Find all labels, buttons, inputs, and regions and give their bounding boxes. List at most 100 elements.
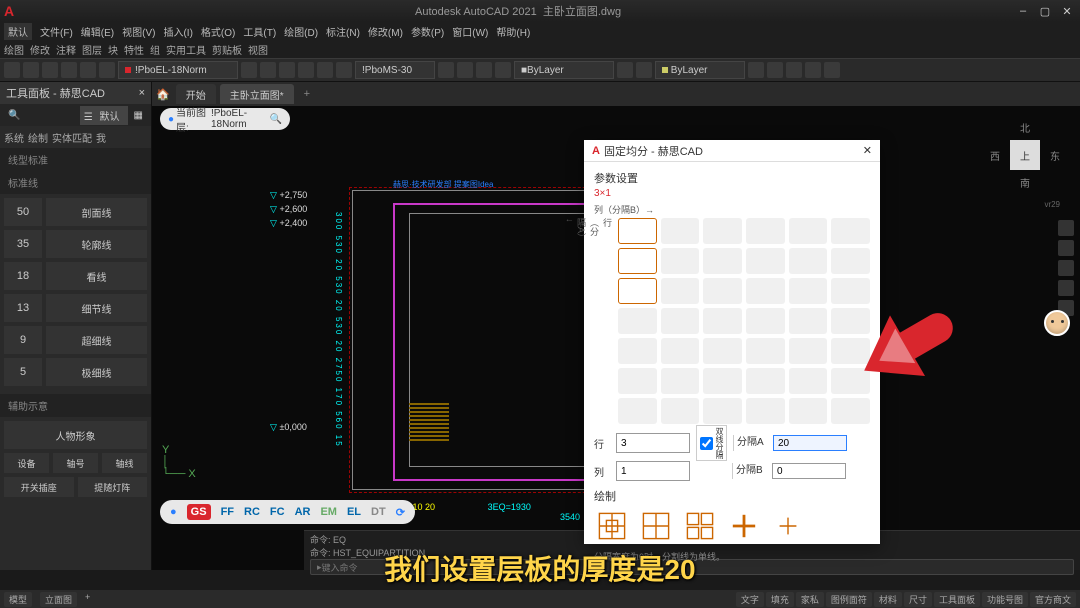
tool-icon[interactable]: [279, 62, 295, 78]
quick-em[interactable]: EM: [320, 506, 337, 518]
status-item[interactable]: 尺寸: [904, 592, 932, 607]
preset-cell[interactable]: [661, 368, 700, 394]
status-item[interactable]: 填充: [766, 592, 794, 607]
quick-rc[interactable]: RC: [244, 506, 260, 518]
col-input[interactable]: [616, 461, 690, 481]
rtab-prop[interactable]: 特性: [124, 42, 144, 57]
line-weight[interactable]: 5: [4, 358, 42, 386]
preset-cell[interactable]: [703, 338, 742, 364]
nav-orbit-icon[interactable]: [1058, 280, 1074, 296]
tool-icon[interactable]: [636, 62, 652, 78]
preset-cell[interactable]: [661, 308, 700, 334]
preset-cell[interactable]: [661, 338, 700, 364]
mtab-match[interactable]: 实体匹配: [52, 130, 92, 145]
tool-icon[interactable]: [260, 62, 276, 78]
layer-indicator[interactable]: ● 当前图层:!PboEL-18Norm 🔍: [160, 108, 290, 130]
line-weight[interactable]: 50: [4, 198, 42, 226]
aux-axis[interactable]: 轴号: [53, 453, 98, 473]
status-plus[interactable]: +: [85, 592, 90, 607]
status-item[interactable]: 家私: [796, 592, 824, 607]
tool-icon[interactable]: [42, 62, 58, 78]
mtab-draw[interactable]: 绘制: [28, 130, 48, 145]
draw-mode-2[interactable]: [638, 508, 674, 544]
status-layout[interactable]: 立面图: [40, 592, 77, 607]
aux-switch[interactable]: 开关插座: [4, 477, 74, 497]
line-weight[interactable]: 9: [4, 326, 42, 354]
menu-tools[interactable]: 工具(T): [243, 24, 276, 39]
panel-close-icon[interactable]: ×: [139, 87, 145, 99]
quick-end-icon[interactable]: ⟳: [396, 506, 405, 519]
sect2-title[interactable]: 标准线: [0, 171, 151, 194]
preset-cell[interactable]: [703, 398, 742, 424]
tool-icon[interactable]: [748, 62, 764, 78]
preset-cell[interactable]: [618, 398, 657, 424]
aux-eq[interactable]: 设备: [4, 453, 49, 473]
preset-cell[interactable]: [618, 368, 657, 394]
preset-cell[interactable]: [618, 218, 657, 244]
maximize-button[interactable]: ▢: [1036, 5, 1054, 18]
preset-cell[interactable]: [618, 278, 657, 304]
status-item[interactable]: 官方商文: [1030, 592, 1076, 607]
line-type[interactable]: 极细线: [46, 358, 147, 386]
panel-mode-default[interactable]: ☰ 默认: [80, 106, 128, 125]
status-model[interactable]: 模型: [4, 592, 32, 607]
aux-axisline[interactable]: 轴线: [102, 453, 147, 473]
nav-zoom-icon[interactable]: [1058, 260, 1074, 276]
quick-ff[interactable]: FF: [221, 506, 234, 518]
status-item[interactable]: 功能号图: [982, 592, 1028, 607]
quick-dt[interactable]: DT: [371, 506, 386, 518]
aux-light[interactable]: 提随灯阵: [78, 477, 148, 497]
preset-cell[interactable]: [789, 338, 828, 364]
menu-help[interactable]: 帮助(H): [496, 24, 530, 39]
status-item[interactable]: 文字: [736, 592, 764, 607]
menu-dim[interactable]: 标注(N): [326, 24, 360, 39]
menu-draw[interactable]: 绘图(D): [284, 24, 318, 39]
menu-param[interactable]: 参数(P): [411, 24, 444, 39]
preset-cell[interactable]: [746, 308, 785, 334]
preset-cell[interactable]: [746, 248, 785, 274]
preset-cell[interactable]: [618, 308, 657, 334]
preset-cell[interactable]: [618, 338, 657, 364]
line-type[interactable]: 超细线: [46, 326, 147, 354]
nav-pan-icon[interactable]: [1058, 240, 1074, 256]
rtab-layer[interactable]: 图层: [82, 42, 102, 57]
quick-fc[interactable]: FC: [270, 506, 285, 518]
line-type[interactable]: 剖面线: [46, 198, 147, 226]
preset-cell[interactable]: [789, 248, 828, 274]
tool-icon[interactable]: [805, 62, 821, 78]
draw-mode-4[interactable]: [726, 508, 762, 544]
quick-el[interactable]: EL: [347, 506, 361, 518]
lw-combo[interactable]: ByLayer: [655, 61, 745, 79]
tab-active[interactable]: 主卧立面图*: [220, 84, 294, 104]
preset-cell[interactable]: [661, 398, 700, 424]
tab-add[interactable]: +: [298, 88, 316, 100]
tool-icon[interactable]: [4, 62, 20, 78]
style-combo[interactable]: !PboMS-30: [355, 61, 435, 79]
rtab-annot[interactable]: 注释: [56, 42, 76, 57]
preset-cell[interactable]: [831, 278, 870, 304]
preset-cell[interactable]: [831, 218, 870, 244]
tool-icon[interactable]: [495, 62, 511, 78]
preset-cell[interactable]: [831, 248, 870, 274]
preset-cell[interactable]: [703, 308, 742, 334]
status-item[interactable]: 材料: [874, 592, 902, 607]
sect3-title[interactable]: 辅助示意: [0, 394, 151, 417]
menu-edit[interactable]: 编辑(E): [81, 24, 114, 39]
menu-file[interactable]: 文件(F): [40, 24, 73, 39]
color-combo[interactable]: ■ ByLayer: [514, 61, 614, 79]
preset-cell[interactable]: [746, 398, 785, 424]
preset-cell[interactable]: [703, 248, 742, 274]
rtab-clip[interactable]: 剪贴板: [212, 42, 242, 57]
dialog-titlebar[interactable]: A 固定均分 - 赫思CAD ✕: [584, 140, 880, 162]
line-weight[interactable]: 18: [4, 262, 42, 290]
rtab-modify[interactable]: 修改: [30, 42, 50, 57]
rtab-view[interactable]: 视图: [248, 42, 268, 57]
menu-format[interactable]: 格式(O): [201, 24, 235, 39]
line-type[interactable]: 轮廓线: [46, 230, 147, 258]
menu-view[interactable]: 视图(V): [122, 24, 155, 39]
tool-icon[interactable]: [241, 62, 257, 78]
aux-row[interactable]: 人物形象: [4, 421, 147, 449]
preset-cell[interactable]: [746, 368, 785, 394]
preset-cell[interactable]: [789, 278, 828, 304]
row-input[interactable]: [616, 433, 690, 453]
